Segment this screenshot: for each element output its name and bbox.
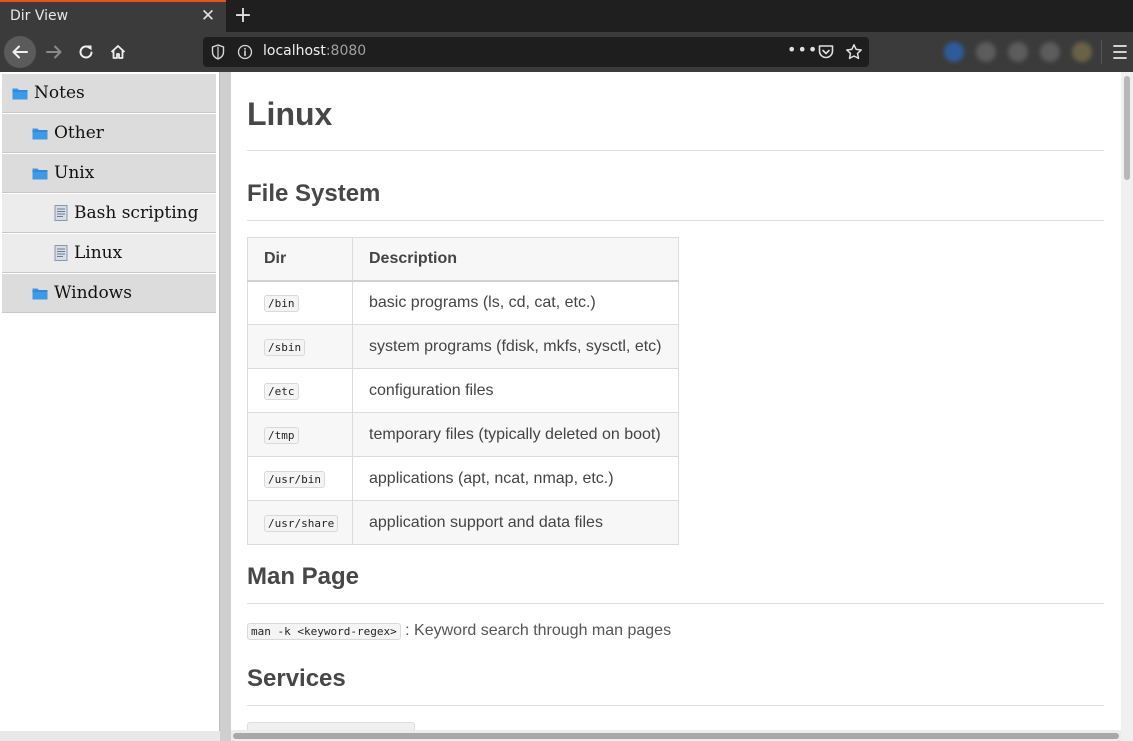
table-row: /bin basic programs (ls, cd, cat, etc.) <box>247 280 679 325</box>
dir-path: /usr/share <box>264 514 339 532</box>
description-cell: configuration files <box>352 368 679 413</box>
tree-item-label: Notes <box>34 83 85 103</box>
section-heading-man-page: Man Page <box>247 563 360 590</box>
address-bar[interactable]: localhost:8080 ••• <box>203 37 869 67</box>
tree-item-linux[interactable]: Linux <box>2 234 216 273</box>
page-actions-icon[interactable]: ••• <box>787 40 818 59</box>
extension-icon[interactable] <box>1008 42 1028 62</box>
tree-item-label: Other <box>54 123 104 143</box>
divider <box>247 705 1104 706</box>
extension-icon[interactable] <box>1040 42 1060 62</box>
divider <box>247 150 1104 151</box>
back-button[interactable] <box>4 36 36 68</box>
pocket-icon[interactable] <box>817 43 835 61</box>
hamburger-menu-icon[interactable] <box>1112 42 1128 62</box>
table-header-row: Dir Description <box>247 237 679 282</box>
site-info-icon[interactable] <box>237 44 253 60</box>
close-tab-icon[interactable]: ✕ <box>200 6 216 26</box>
dir-cell: /etc <box>247 368 353 413</box>
horizontal-scroll-thumb[interactable] <box>233 733 1119 739</box>
dir-cell: /bin <box>247 280 353 325</box>
dir-path: /usr/bin <box>264 470 325 488</box>
arrow-left-icon <box>12 45 28 59</box>
navigation-toolbar: localhost:8080 ••• <box>0 32 1133 72</box>
man-description: : Keyword search through man pages <box>400 622 672 639</box>
man-page-paragraph: man -k <keyword-regex> : Keyword search … <box>247 622 671 640</box>
table-row: /sbin system programs (fdisk, mkfs, sysc… <box>247 324 679 369</box>
tree-item-bash-scripting[interactable]: Bash scripting <box>2 194 216 233</box>
table-row: /etc configuration files <box>247 368 679 413</box>
url-port: :8080 <box>325 43 367 59</box>
description-cell: application support and data files <box>352 500 679 545</box>
vertical-scrollbar[interactable] <box>1121 72 1133 741</box>
dir-path: /tmp <box>264 426 299 444</box>
directory-tree: Notes Other Unix Bash scripting Linux Wi… <box>0 72 220 741</box>
document-icon <box>54 245 68 261</box>
table-row: /usr/share application support and data … <box>247 500 679 545</box>
forward-button[interactable] <box>38 36 70 68</box>
extension-icon[interactable] <box>944 42 964 62</box>
description-cell: basic programs (ls, cd, cat, etc.) <box>352 280 679 325</box>
dir-path: /bin <box>264 294 299 312</box>
tree-item-notes[interactable]: Notes <box>2 74 216 113</box>
tree-item-windows[interactable]: Windows <box>2 274 216 313</box>
dir-path: /etc <box>264 382 299 400</box>
tree-item-label: Unix <box>54 163 95 183</box>
reload-icon <box>79 45 93 59</box>
folder-icon <box>32 288 48 299</box>
tab-title: Dir View <box>10 8 69 24</box>
truncated-code-snippet <box>247 722 415 730</box>
tree-item-other[interactable]: Other <box>2 114 216 153</box>
document-icon <box>54 205 68 221</box>
tab-dir-view[interactable]: Dir View ✕ <box>0 0 226 32</box>
man-command: man -k <keyword-regex> <box>247 623 401 640</box>
description-cell: temporary files (typically deleted on bo… <box>352 412 679 457</box>
tree-item-unix[interactable]: Unix <box>2 154 216 193</box>
tree-item-label: Windows <box>54 283 132 303</box>
description-cell: system programs (fdisk, mkfs, sysctl, et… <box>352 324 679 369</box>
tab-strip: Dir View ✕ + <box>0 0 1133 32</box>
folder-icon <box>12 88 28 99</box>
pane-divider[interactable] <box>220 72 231 741</box>
tree-item-label: Linux <box>74 243 123 263</box>
url-host: localhost <box>263 43 326 59</box>
vertical-scroll-thumb[interactable] <box>1124 76 1130 180</box>
folder-icon <box>32 168 48 179</box>
tracking-shield-icon[interactable] <box>211 44 225 60</box>
table-row: /usr/bin applications (apt, ncat, nmap, … <box>247 456 679 501</box>
dir-cell: /usr/share <box>247 500 353 545</box>
section-heading-services: Services <box>247 665 346 692</box>
dir-path: /sbin <box>264 338 306 356</box>
column-header-dir: Dir <box>247 237 353 282</box>
home-button[interactable] <box>102 36 134 68</box>
dir-cell: /usr/bin <box>247 456 353 501</box>
section-heading-file-system: File System <box>247 180 381 207</box>
extension-icon[interactable] <box>1072 42 1092 62</box>
reload-button[interactable] <box>70 36 102 68</box>
note-content: Linux File System Dir Description /bin b… <box>231 72 1121 730</box>
home-icon <box>110 45 126 59</box>
page-title: Linux <box>247 96 333 132</box>
page-viewport: Notes Other Unix Bash scripting Linux Wi… <box>0 72 1133 741</box>
tree-item-label: Bash scripting <box>74 203 199 223</box>
arrow-right-icon <box>46 45 62 59</box>
divider <box>247 603 1104 604</box>
url-text[interactable]: localhost:8080 <box>263 43 366 59</box>
dir-cell: /tmp <box>247 412 353 457</box>
column-header-description: Description <box>352 237 679 282</box>
extension-icon[interactable] <box>976 42 996 62</box>
bookmark-star-icon[interactable] <box>845 43 863 61</box>
horizontal-scrollbar[interactable] <box>231 730 1121 741</box>
divider <box>247 220 1104 221</box>
toolbar-separator <box>1101 40 1102 64</box>
new-tab-button[interactable]: + <box>232 2 254 30</box>
dir-cell: /sbin <box>247 324 353 369</box>
table-row: /tmp temporary files (typically deleted … <box>247 412 679 457</box>
file-system-table: Dir Description /bin basic programs (ls,… <box>247 237 679 545</box>
folder-icon <box>32 128 48 139</box>
description-cell: applications (apt, ncat, nmap, etc.) <box>352 456 679 501</box>
sidebar-horizontal-scrollbar[interactable] <box>0 731 220 741</box>
